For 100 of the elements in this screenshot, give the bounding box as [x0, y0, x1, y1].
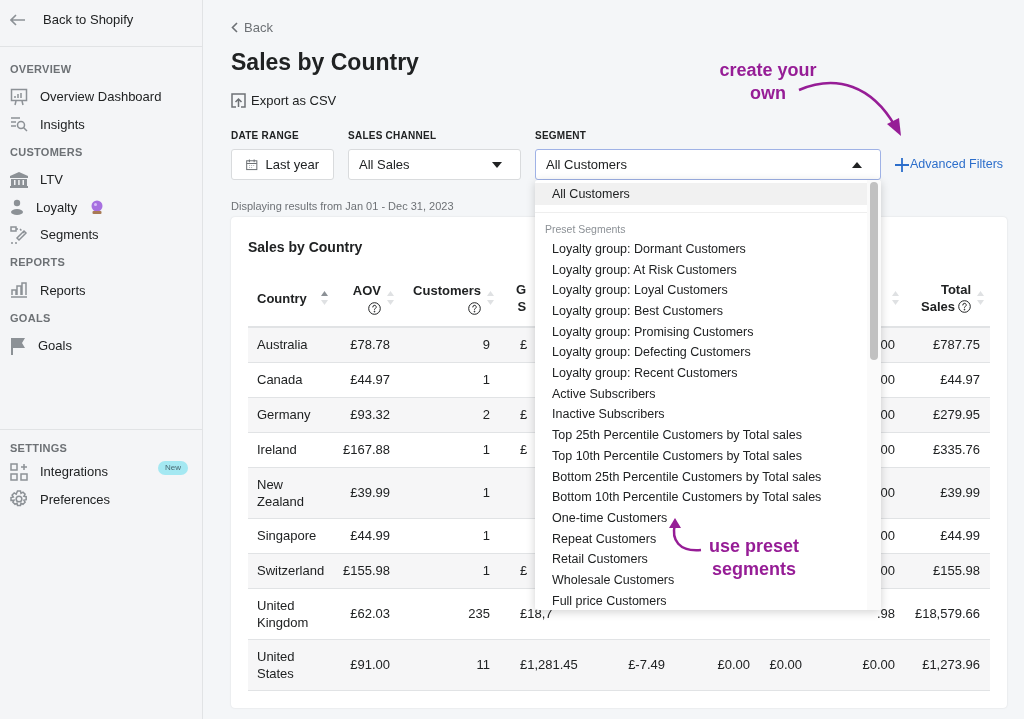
- table-cell: 00: [880, 371, 895, 388]
- nav-item[interactable]: Overview Dashboard: [0, 83, 202, 111]
- table-cell: £279.95: [933, 406, 980, 423]
- nav-item[interactable]: Loyalty: [0, 193, 202, 221]
- menu-option[interactable]: Loyalty group: Best Customers: [552, 301, 723, 322]
- menu-option[interactable]: Full price Customers: [552, 590, 667, 610]
- date-range-note: Displaying results from Jan 01 - Dec 31, 2023: [231, 199, 454, 214]
- back-link[interactable]: Back to Shopify: [0, 3, 202, 36]
- table-cell: 00: [880, 527, 895, 544]
- export-link[interactable]: Export as CSV: [231, 90, 337, 110]
- nav-item[interactable]: Integrations New: [0, 458, 202, 486]
- back-link[interactable]: Back: [231, 18, 273, 38]
- new-badge: New: [158, 461, 188, 475]
- menu-option[interactable]: Repeat Customers: [552, 528, 657, 550]
- menu-option[interactable]: Bottom 10th Percentile Customers by Total sales: [552, 487, 822, 508]
- table-cell: £167.88: [343, 441, 390, 458]
- chevron-left-icon: [231, 22, 238, 34]
- back-arrow-icon: [10, 13, 26, 26]
- table-cell: 1: [482, 527, 490, 544]
- column-header: Country: [257, 289, 307, 307]
- table-cell: £44.99: [940, 527, 980, 544]
- menu-option[interactable]: Retail Customers: [552, 549, 648, 570]
- menu-option[interactable]: One-time Customers: [552, 507, 668, 529]
- section-heading: OVERVIEW: [9, 61, 73, 77]
- select-dropdown[interactable]: All Sales: [348, 149, 521, 180]
- menu-option[interactable]: Loyalty group: Promising Customers: [552, 321, 754, 343]
- menu-option[interactable]: Loyalty group: Defecting Customers: [552, 342, 751, 364]
- menu-option[interactable]: Inactive Subscribers: [552, 404, 665, 426]
- column-header: AOV: [352, 281, 381, 299]
- table-cell: £62.03: [350, 605, 390, 622]
- table-cell: .98: [876, 605, 895, 622]
- help-icon[interactable]: [958, 300, 971, 313]
- menu-option[interactable]: Wholesale Customers: [552, 570, 675, 591]
- person-icon: [10, 199, 24, 216]
- table-cell: £: [520, 336, 528, 353]
- menu-option[interactable]: Loyalty group: At Risk Customers: [552, 259, 737, 281]
- table-cell: £335.76: [933, 441, 980, 458]
- menu-option[interactable]: Loyalty group: Dormant Customers: [552, 239, 746, 260]
- table-cell: 11: [476, 656, 490, 673]
- section-heading: GOALS: [9, 310, 52, 326]
- nav-item[interactable]: LTV: [0, 166, 202, 194]
- sort-icon[interactable]: [487, 290, 494, 306]
- bar-chart-icon: [10, 282, 28, 299]
- advanced-filters-link[interactable]: Advanced Filters: [895, 155, 1004, 174]
- table-cell: £44.97: [940, 371, 980, 388]
- filter-label: SALES CHANNEL: [348, 129, 437, 142]
- table-cell: £1,281.45: [520, 656, 578, 673]
- column-header: S: [517, 298, 527, 315]
- table-cell: £: [520, 562, 528, 579]
- chart-board-icon: [10, 87, 28, 106]
- table-cell: 1: [482, 484, 490, 501]
- table-cell: Ireland: [257, 441, 297, 458]
- table-cell-text: New Zealand: [257, 475, 305, 510]
- section-heading: REPORTS: [9, 255, 67, 271]
- export-icon: [231, 92, 246, 108]
- table-cell: £0.00: [769, 656, 802, 673]
- table-cell: £39.99: [350, 484, 390, 501]
- scrollbar[interactable]: [867, 180, 881, 610]
- table-cell: £: [520, 441, 528, 458]
- menu-option[interactable]: Top 10th Percentile Customers by Total sales: [552, 445, 802, 467]
- nav-item[interactable]: Insights: [0, 110, 202, 138]
- menu-option[interactable]: All Customers: [535, 183, 867, 205]
- nav-item[interactable]: Goals: [0, 332, 202, 360]
- date-range-button[interactable]: Last year: [231, 149, 334, 180]
- menu-option[interactable]: Active Subscribers: [552, 383, 656, 405]
- select-dropdown[interactable]: All Customers: [535, 149, 881, 180]
- column-header: Sales: [921, 298, 955, 315]
- curved-arrow: [669, 518, 702, 552]
- flag-icon: [10, 336, 26, 355]
- menu-option[interactable]: Top 25th Percentile Customers by Total sales: [552, 425, 802, 446]
- sort-icon[interactable]: [387, 290, 394, 306]
- nav-item[interactable]: Preferences: [0, 485, 202, 513]
- help-icon[interactable]: [368, 301, 381, 315]
- menu-option[interactable]: Loyalty group: Recent Customers: [552, 363, 738, 384]
- table-cell: £93.32: [350, 406, 390, 423]
- menu-option[interactable]: Loyalty group: Loyal Customers: [552, 280, 728, 302]
- menu-option[interactable]: Bottom 25th Percentile Customers by Total sales: [552, 466, 822, 488]
- page-title: Sales by Country: [231, 47, 419, 77]
- table-cell: Germany: [257, 406, 311, 423]
- table-cell-text: United States: [257, 647, 296, 682]
- table-cell: 1: [482, 441, 490, 458]
- column-header: Total: [940, 281, 971, 298]
- table-cell: £39.99: [940, 484, 980, 501]
- nav-item[interactable]: Segments: [0, 221, 202, 249]
- filter-label: SEGMENT: [535, 129, 587, 142]
- annotation-text: create your own: [718, 59, 818, 105]
- help-icon[interactable]: [468, 301, 481, 315]
- sort-ascending-icon[interactable]: [321, 290, 328, 306]
- card-title: Sales by Country: [248, 237, 363, 257]
- table-cell: £: [520, 406, 528, 423]
- table-cell: £44.97: [350, 371, 390, 388]
- table-cell-text: United Kingdom: [257, 596, 310, 631]
- table-cell: £0.00: [717, 656, 750, 673]
- table-cell: £91.00: [350, 656, 390, 673]
- table-cell: £787.75: [933, 336, 980, 353]
- nav-item[interactable]: Reports: [0, 276, 202, 304]
- sort-icon[interactable]: [892, 290, 899, 306]
- table-cell: Switzerland: [257, 562, 325, 579]
- table-cell: £155.98: [343, 562, 390, 579]
- sort-icon[interactable]: [977, 290, 984, 306]
